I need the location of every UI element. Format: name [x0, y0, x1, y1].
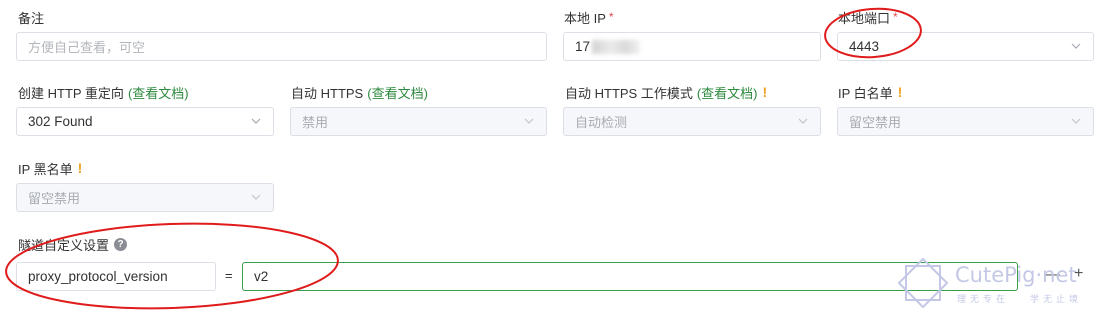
tunnel-value-input[interactable]: v2 — [242, 262, 1018, 291]
auto-https-mode-value: 自动检测 — [575, 115, 628, 130]
auto-https-mode-label-text: 自动 HTTPS 工作模式 — [565, 85, 693, 101]
help-icon[interactable]: ? — [114, 237, 128, 251]
local-port-value: 4443 — [849, 39, 880, 54]
local-ip-value: 17 — [575, 39, 591, 54]
auto-https-mode-select[interactable]: 自动检测 — [563, 107, 821, 136]
remark-input[interactable]: 方便自己查看，可空 — [16, 32, 547, 61]
auto-https-doc-link[interactable]: (查看文档) — [367, 83, 428, 102]
ip-blacklist-label: IP 黑名单 ! — [18, 159, 82, 177]
chevron-down-icon — [251, 194, 261, 200]
ip-whitelist-label-text: IP 白名单 — [838, 85, 893, 101]
ip-whitelist-select[interactable]: 留空禁用 — [837, 107, 1094, 136]
remark-label: 备注 — [18, 8, 44, 26]
watermark-brand: CutePig·net — [955, 263, 1077, 287]
auto-https-select[interactable]: 禁用 — [290, 107, 547, 136]
auto-https-mode-label: 自动 HTTPS 工作模式 (查看文档) ! — [565, 83, 767, 101]
tunnel-value-text: v2 — [254, 269, 269, 284]
tunnel-custom-label-text: 隧道自定义设置 — [18, 237, 110, 253]
ip-blacklist-label-text: IP 黑名单 — [18, 161, 73, 177]
auto-https-mode-doc-link[interactable]: (查看文档) — [697, 83, 758, 102]
tunnel-key-value: proxy_protocol_version — [28, 269, 168, 284]
remark-label-text: 备注 — [18, 10, 45, 26]
ip-blacklist-value: 留空禁用 — [28, 191, 81, 206]
watermark-slogan-left: 理无专在 — [957, 295, 1010, 305]
local-ip-input[interactable]: 17 — [563, 32, 821, 61]
http-redirect-value: 302 Found — [28, 114, 93, 129]
auto-https-value: 禁用 — [302, 115, 329, 130]
ip-whitelist-label: IP 白名单 ! — [838, 83, 902, 101]
remark-placeholder: 方便自己查看，可空 — [28, 40, 146, 55]
http-redirect-label-text: 创建 HTTP 重定向 — [18, 85, 124, 101]
chevron-down-icon — [251, 118, 261, 124]
required-mark: * — [893, 10, 898, 24]
auto-https-label: 自动 HTTPS (查看文档) — [291, 83, 428, 101]
http-redirect-select[interactable]: 302 Found — [16, 107, 274, 136]
ip-whitelist-value: 留空禁用 — [849, 115, 902, 130]
http-redirect-doc-link[interactable]: (查看文档) — [128, 83, 189, 102]
local-ip-label-text: 本地 IP — [564, 10, 606, 26]
warning-icon: ! — [762, 84, 768, 100]
redacted-blur — [592, 39, 641, 54]
ip-blacklist-select[interactable]: 留空禁用 — [16, 183, 274, 212]
local-port-label-text: 本地端口 — [838, 10, 891, 26]
auto-https-label-text: 自动 HTTPS — [291, 85, 364, 101]
warning-icon: ! — [77, 160, 83, 176]
chevron-down-icon — [798, 118, 808, 124]
chevron-down-icon — [1071, 43, 1081, 49]
required-mark: * — [608, 10, 614, 24]
local-ip-label: 本地 IP * — [564, 8, 614, 26]
watermark-slogan-right: 学无止境 — [1030, 295, 1083, 305]
chevron-down-icon — [524, 118, 534, 124]
local-port-label: 本地端口 * — [838, 8, 898, 26]
equals-sign: = — [225, 268, 233, 283]
warning-icon: ! — [897, 84, 903, 100]
tunnel-custom-label: 隧道自定义设置 ? — [18, 235, 128, 253]
local-port-select[interactable]: 4443 — [837, 32, 1094, 61]
chevron-down-icon — [1071, 118, 1081, 124]
http-redirect-label: 创建 HTTP 重定向 (查看文档) — [18, 83, 189, 101]
tunnel-key-input[interactable]: proxy_protocol_version — [16, 262, 216, 291]
